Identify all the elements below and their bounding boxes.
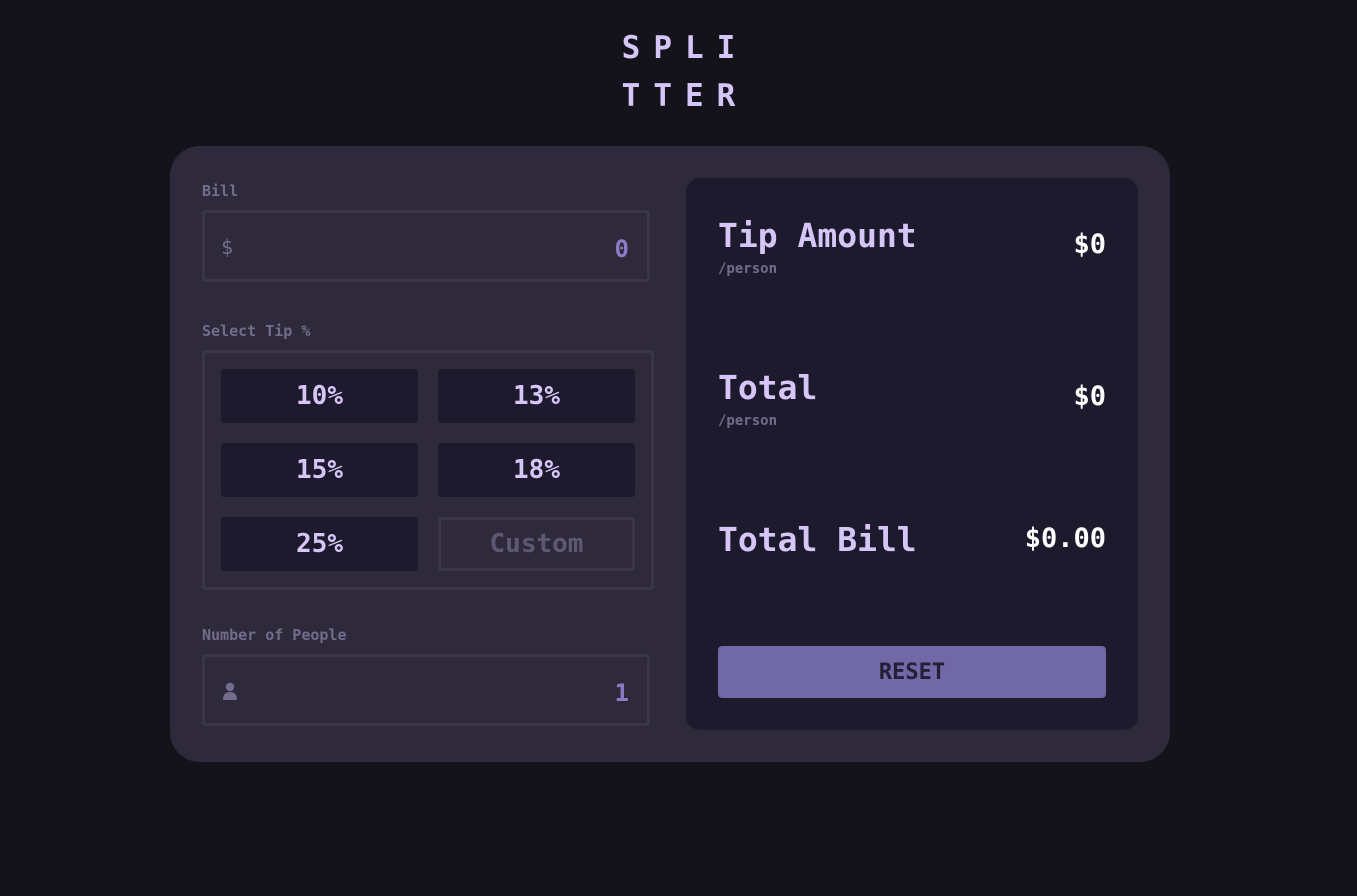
total-bill-value: $0.00 — [1024, 523, 1106, 554]
total-value: $0 — [1073, 381, 1106, 412]
tip-button-10[interactable]: 10% — [221, 369, 418, 423]
logo-line-2: TTER — [621, 78, 749, 114]
bill-label: Bill — [202, 182, 239, 200]
custom-tip-input[interactable]: Custom — [438, 517, 635, 571]
bill-input[interactable]: $ 0 — [202, 210, 650, 282]
tip-button-25[interactable]: 25% — [221, 517, 418, 571]
tip-button-15[interactable]: 15% — [221, 443, 418, 497]
person-icon — [223, 682, 237, 700]
app-logo: SPLI TTER — [0, 24, 1357, 120]
calculator-card: Bill $ 0 Select Tip % 10% 13% 15% 18% 25… — [170, 146, 1170, 762]
tip-amount-per-person: /person — [718, 261, 778, 277]
tip-label: Select Tip % — [202, 322, 311, 340]
total-bill-title: Total Bill — [718, 520, 917, 559]
tip-button-18[interactable]: 18% — [438, 443, 635, 497]
tip-amount-title: Tip Amount — [718, 216, 917, 255]
total-per-person: /person — [718, 413, 778, 429]
bill-value: 0 — [614, 235, 629, 263]
dollar-icon: $ — [221, 235, 234, 259]
total-title: Total — [718, 368, 818, 407]
people-label: Number of People — [202, 626, 347, 644]
tip-button-13[interactable]: 13% — [438, 369, 635, 423]
reset-button[interactable]: RESET — [718, 646, 1106, 698]
tip-amount-value: $0 — [1073, 229, 1106, 260]
people-input[interactable]: 1 — [202, 654, 650, 726]
tip-options: 10% 13% 15% 18% 25% Custom — [202, 350, 654, 590]
logo-line-1: SPLI — [621, 30, 749, 66]
results-panel: Tip Amount /person $0 Total /person $0 T… — [686, 178, 1138, 730]
people-value: 1 — [614, 679, 629, 707]
